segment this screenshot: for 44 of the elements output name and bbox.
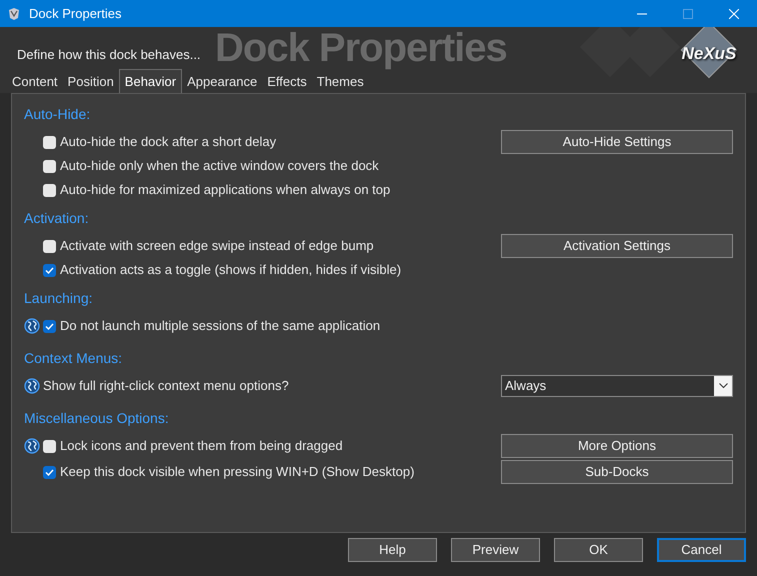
section-heading: Launching: [24, 289, 94, 308]
checkbox-label[interactable]: Lock icons and prevent them from being dragged [60, 436, 343, 456]
section-heading: Activation: [24, 209, 90, 228]
settings-button[interactable]: More Options [501, 434, 733, 458]
checkbox-label[interactable]: Activation acts as a toggle (shows if hidden, hides if visible) [60, 260, 402, 280]
checkbox-label[interactable]: Auto-hide only when the active window covers the dock [60, 156, 379, 176]
maximize-icon [683, 8, 693, 18]
tab[interactable]: Behavior [118, 69, 182, 93]
app-icon [7, 6, 21, 20]
checkbox-label[interactable]: Do not launch multiple sessions of the same application [60, 316, 380, 336]
dialog-button[interactable]: OK [554, 538, 643, 562]
dialog-button[interactable]: Cancel [657, 538, 746, 562]
checkbox-label[interactable]: Activate with screen edge swipe instead of edge bump [60, 236, 374, 256]
logo-text: NeXuS [682, 43, 736, 66]
checkbox[interactable] [43, 240, 56, 252]
chevron-icon[interactable] [714, 376, 732, 396]
header-subtitle: Define how this dock behaves... [17, 46, 201, 64]
window-title: Dock Properties [29, 4, 122, 23]
checkbox[interactable] [43, 184, 56, 196]
checkbox[interactable] [43, 320, 56, 332]
tab[interactable]: Themes [312, 71, 369, 93]
checkbox[interactable] [43, 264, 56, 276]
settings-button[interactable]: Activation Settings [501, 234, 733, 258]
checkbox[interactable] [43, 160, 56, 172]
settings-button[interactable]: Sub-Docks [501, 460, 733, 484]
checkbox[interactable] [43, 466, 56, 478]
checkbox-label[interactable]: Keep this dock visible when pressing WIN+D (Show Desktop) [60, 462, 414, 482]
checkbox-label[interactable]: Auto-hide the dock after a short delay [60, 132, 276, 152]
option-label: Show full right-click context menu options? [43, 377, 289, 396]
tab[interactable]: Effects [262, 71, 312, 93]
tab[interactable]: Appearance [182, 71, 262, 93]
section-heading: Miscellaneous Options: [24, 409, 170, 428]
dropdown[interactable]: Always [501, 375, 733, 397]
dialog-button[interactable]: Help [348, 538, 437, 562]
section-heading: Auto-Hide: [24, 105, 92, 124]
tab[interactable]: Content [7, 71, 63, 93]
section-heading: Context Menus: [24, 349, 124, 368]
close-icon [729, 8, 739, 18]
dialog-button[interactable]: Preview [451, 538, 540, 562]
checkbox-label[interactable]: Auto-hide for maximized applications when always on top [60, 180, 390, 200]
checkbox[interactable] [43, 136, 56, 148]
checkbox[interactable] [43, 440, 56, 452]
settings-button[interactable]: Auto-Hide Settings [501, 130, 733, 154]
tab[interactable]: Position [62, 71, 119, 93]
